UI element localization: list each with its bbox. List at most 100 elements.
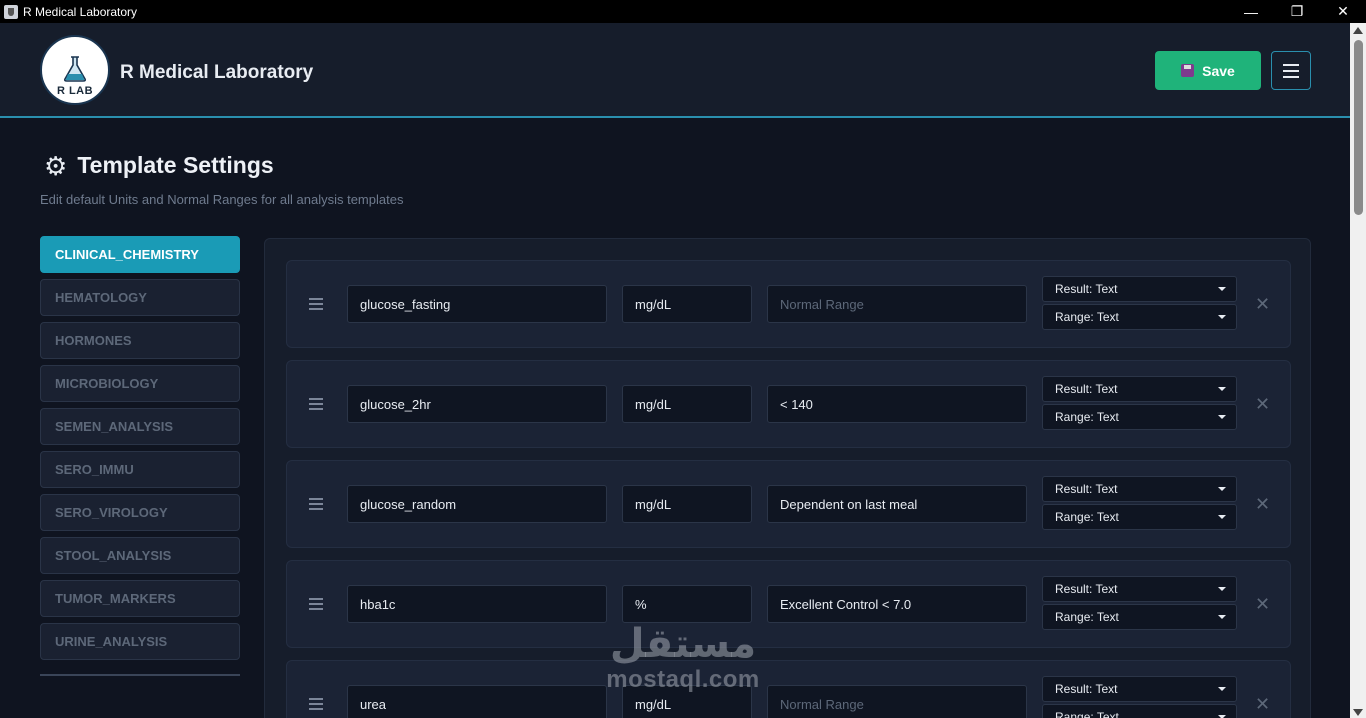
category-sidebar: CLINICAL_CHEMISTRY HEMATOLOGY HORMONES M… <box>40 236 240 666</box>
hamburger-icon-bar <box>1283 75 1299 78</box>
range-type-select[interactable]: Range: Text <box>1042 704 1237 718</box>
sidebar-item-urine-analysis[interactable]: URINE_ANALYSIS <box>40 623 240 660</box>
chevron-down-icon <box>1218 515 1226 519</box>
result-type-value: Result: Text <box>1055 582 1118 596</box>
sidebar-divider <box>40 674 240 676</box>
gear-icon: ⚙ <box>44 150 68 181</box>
scroll-down-icon[interactable] <box>1353 709 1363 716</box>
chevron-down-icon <box>1218 415 1226 419</box>
test-row: hba1c % Excellent Control < 7.0 Result: … <box>286 560 1291 648</box>
scroll-up-icon[interactable] <box>1353 27 1363 34</box>
hamburger-icon <box>1283 63 1299 66</box>
sidebar-item-hematology[interactable]: HEMATOLOGY <box>40 279 240 316</box>
type-selects: Result: Text Range: Text <box>1042 276 1237 332</box>
remove-row-icon[interactable]: ✕ <box>1255 495 1270 513</box>
test-row: glucose_random mg/dL Dependent on last m… <box>286 460 1291 548</box>
range-type-value: Range: Text <box>1055 310 1119 324</box>
unit-input[interactable]: % <box>622 585 752 623</box>
window-controls: — ❐ ✕ <box>1228 0 1366 23</box>
sidebar-item-semen-analysis[interactable]: SEMEN_ANALYSIS <box>40 408 240 445</box>
sidebar-item-stool-analysis[interactable]: STOOL_ANALYSIS <box>40 537 240 574</box>
template-panel: glucose_fasting mg/dL Normal Range Resul… <box>264 238 1311 718</box>
chevron-down-icon <box>1218 687 1226 691</box>
page-title: ⚙ Template Settings <box>44 152 274 179</box>
result-type-select[interactable]: Result: Text <box>1042 676 1237 702</box>
type-selects: Result: Text Range: Text <box>1042 476 1237 532</box>
vertical-scrollbar[interactable] <box>1350 23 1366 718</box>
test-row: glucose_2hr mg/dL < 140 Result: Text Ran… <box>286 360 1291 448</box>
sidebar-item-sero-virology[interactable]: SERO_VIROLOGY <box>40 494 240 531</box>
range-type-value: Range: Text <box>1055 510 1119 524</box>
normal-range-input[interactable]: Excellent Control < 7.0 <box>767 585 1027 623</box>
scroll-thumb[interactable] <box>1354 40 1363 215</box>
result-type-select[interactable]: Result: Text <box>1042 276 1237 302</box>
normal-range-input[interactable]: Normal Range <box>767 285 1027 323</box>
drag-handle-icon[interactable] <box>309 498 323 510</box>
remove-row-icon[interactable]: ✕ <box>1255 595 1270 613</box>
range-type-select[interactable]: Range: Text <box>1042 304 1237 330</box>
range-type-value: Range: Text <box>1055 610 1119 624</box>
lab-logo: R LAB <box>40 35 110 105</box>
result-type-select[interactable]: Result: Text <box>1042 376 1237 402</box>
save-button[interactable]: Save <box>1155 51 1261 90</box>
hamburger-icon-bar <box>1283 69 1299 72</box>
result-type-value: Result: Text <box>1055 482 1118 496</box>
chevron-down-icon <box>1218 287 1226 291</box>
test-row: urea mg/dL Normal Range Result: Text Ran… <box>286 660 1291 718</box>
drag-handle-icon[interactable] <box>309 598 323 610</box>
sidebar-item-sero-immu[interactable]: SERO_IMMU <box>40 451 240 488</box>
test-name-input[interactable]: glucose_random <box>347 485 607 523</box>
chevron-down-icon <box>1218 315 1226 319</box>
app-icon <box>4 4 18 19</box>
drag-handle-icon[interactable] <box>309 298 323 310</box>
window-title: R Medical Laboratory <box>23 4 138 19</box>
chevron-down-icon <box>1218 587 1226 591</box>
brand-name: R Medical Laboratory <box>120 62 314 83</box>
sidebar-item-microbiology[interactable]: MICROBIOLOGY <box>40 365 240 402</box>
window-titlebar: R Medical Laboratory — ❐ ✕ <box>0 0 1366 23</box>
normal-range-input[interactable]: Dependent on last meal <box>767 485 1027 523</box>
range-type-select[interactable]: Range: Text <box>1042 604 1237 630</box>
test-name-input[interactable]: glucose_2hr <box>347 385 607 423</box>
normal-range-input[interactable]: < 140 <box>767 385 1027 423</box>
range-type-value: Range: Text <box>1055 710 1119 718</box>
page-heading: Template Settings <box>77 152 274 178</box>
unit-input[interactable]: mg/dL <box>622 385 752 423</box>
unit-input[interactable]: mg/dL <box>622 685 752 718</box>
result-type-value: Result: Text <box>1055 682 1118 696</box>
range-type-select[interactable]: Range: Text <box>1042 404 1237 430</box>
normal-range-input[interactable]: Normal Range <box>767 685 1027 718</box>
unit-input[interactable]: mg/dL <box>622 485 752 523</box>
remove-row-icon[interactable]: ✕ <box>1255 695 1270 713</box>
range-type-value: Range: Text <box>1055 410 1119 424</box>
range-type-select[interactable]: Range: Text <box>1042 504 1237 530</box>
type-selects: Result: Text Range: Text <box>1042 376 1237 432</box>
result-type-value: Result: Text <box>1055 282 1118 296</box>
result-type-value: Result: Text <box>1055 382 1118 396</box>
chevron-down-icon <box>1218 487 1226 491</box>
drag-handle-icon[interactable] <box>309 698 323 710</box>
remove-row-icon[interactable]: ✕ <box>1255 395 1270 413</box>
chevron-down-icon <box>1218 387 1226 391</box>
minimize-button[interactable]: — <box>1228 0 1274 23</box>
sidebar-item-hormones[interactable]: HORMONES <box>40 322 240 359</box>
unit-input[interactable]: mg/dL <box>622 285 752 323</box>
page-subtitle: Edit default Units and Normal Ranges for… <box>40 192 404 207</box>
hamburger-menu-button[interactable] <box>1271 51 1311 90</box>
type-selects: Result: Text Range: Text <box>1042 576 1237 632</box>
save-label: Save <box>1202 62 1235 79</box>
test-row: glucose_fasting mg/dL Normal Range Resul… <box>286 260 1291 348</box>
sidebar-item-tumor-markers[interactable]: TUMOR_MARKERS <box>40 580 240 617</box>
result-type-select[interactable]: Result: Text <box>1042 476 1237 502</box>
logo-text: R LAB <box>56 85 94 97</box>
test-name-input[interactable]: hba1c <box>347 585 607 623</box>
test-name-input[interactable]: glucose_fasting <box>347 285 607 323</box>
sidebar-item-clinical-chemistry[interactable]: CLINICAL_CHEMISTRY <box>40 236 240 273</box>
result-type-select[interactable]: Result: Text <box>1042 576 1237 602</box>
remove-row-icon[interactable]: ✕ <box>1255 295 1270 313</box>
test-name-input[interactable]: urea <box>347 685 607 718</box>
close-window-button[interactable]: ✕ <box>1320 0 1366 23</box>
app-header: R LAB R Medical Laboratory Save <box>0 23 1350 118</box>
drag-handle-icon[interactable] <box>309 398 323 410</box>
maximize-button[interactable]: ❐ <box>1274 0 1320 23</box>
